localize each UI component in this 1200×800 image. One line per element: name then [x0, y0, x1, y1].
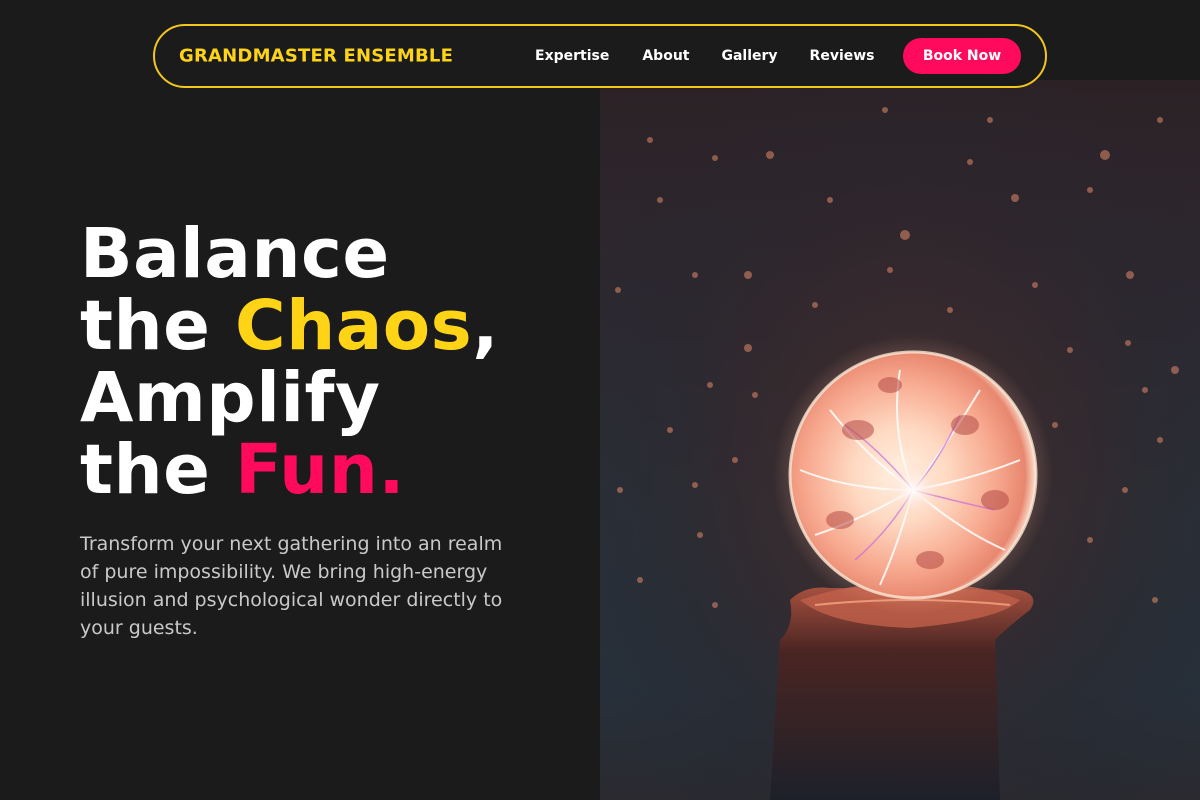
headline-line-2-prefix: the — [80, 286, 235, 366]
nav-links: Expertise About Gallery Reviews — [535, 48, 875, 64]
top-navigation: GRANDMASTER ENSEMBLE Expertise About Gal… — [153, 24, 1047, 88]
nav-link-about[interactable]: About — [642, 48, 689, 64]
hero-headline: Balance the Chaos, Amplify the Fun. — [80, 218, 600, 506]
brand-logo-text[interactable]: GRANDMASTER ENSEMBLE — [179, 46, 453, 67]
hero-subtitle: Transform your next gathering into an re… — [80, 533, 503, 639]
headline-highlight-fun: Fun. — [234, 430, 406, 510]
plasma-globe-illustration — [600, 80, 1200, 800]
nav-link-reviews[interactable]: Reviews — [810, 48, 875, 64]
nav-link-gallery[interactable]: Gallery — [721, 48, 777, 64]
book-now-button[interactable]: Book Now — [903, 38, 1021, 74]
headline-line-4-prefix: the — [80, 430, 235, 510]
headline-comma: , — [472, 286, 499, 366]
headline-line-3: Amplify — [80, 358, 381, 438]
nav-link-expertise[interactable]: Expertise — [535, 48, 609, 64]
plasma-globe-photo — [600, 80, 1200, 800]
headline-line-1: Balance — [80, 214, 390, 294]
headline-highlight-chaos: Chaos — [234, 286, 473, 366]
landing-page: GRANDMASTER ENSEMBLE Expertise About Gal… — [0, 0, 1200, 800]
